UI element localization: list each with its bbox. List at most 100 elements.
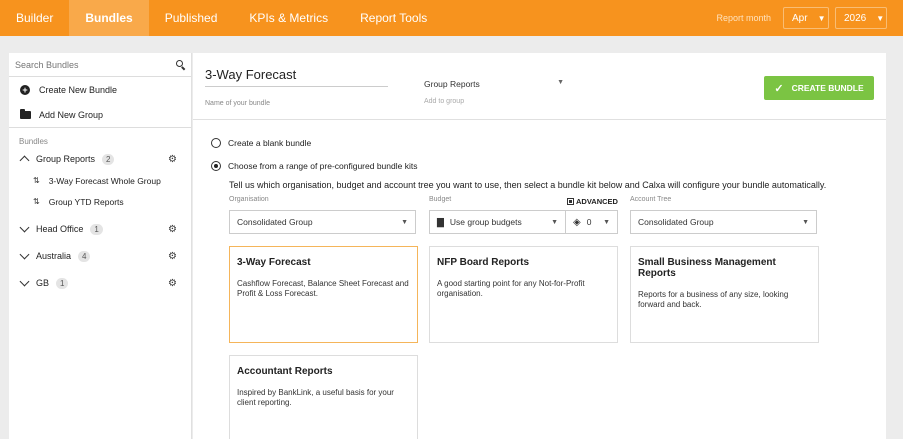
create-new-bundle-label: Create New Bundle [39,84,118,95]
group-name: Group Reports [36,154,96,164]
tab-report-tools[interactable]: Report Tools [344,0,443,36]
report-month-label: Report month [716,13,771,23]
account-tree-label: Account Tree [630,196,672,203]
bundle-header: Name of your bundle Group Reports ▼ Add … [193,53,886,120]
plus-circle-icon: + [20,84,30,95]
gear-icon[interactable]: ⚙ [168,224,177,235]
card-title: 3-Way Forecast [237,257,311,268]
gear-icon[interactable]: ⚙ [168,251,177,262]
organisation-value: Consolidated Group [237,217,313,227]
gear-icon[interactable]: ⚙ [168,154,177,165]
group-select-value: Group Reports [424,79,480,89]
bundles-section-title: Bundles [19,137,48,146]
budget-select[interactable]: ▇ Use group budgets ▼ [429,210,566,234]
group-select[interactable]: Group Reports ▼ [424,79,564,89]
bundle-kit-card-nfp-board-reports[interactable]: NFP Board Reports A good starting point … [429,246,618,343]
radio-button[interactable] [211,138,221,148]
bundle-kit-card-small-business[interactable]: Small Business Management Reports Report… [630,246,819,343]
card-title: Small Business Management Reports [638,257,776,279]
tab-kpis-metrics[interactable]: KPIs & Metrics [233,0,344,36]
chevron-down-icon[interactable] [19,249,30,260]
bundle-item-group-ytd-reports[interactable]: ⇅ Group YTD Reports [9,191,191,212]
gear-icon[interactable]: ⚙ [168,278,177,289]
check-icon: ✓ [774,82,784,95]
sort-icon[interactable]: ⇅ [33,176,40,185]
group-row-head-office[interactable]: Head Office 1 ⚙ [9,218,191,240]
chevron-down-icon[interactable] [19,222,30,233]
advanced-toggle[interactable]: ADVANCED [567,197,618,206]
budget-label: Budget [429,196,452,203]
search-icon[interactable] [176,60,185,69]
card-description: A good starting point for any Not-for-Pr… [437,279,585,298]
search-input[interactable] [15,59,165,70]
radio-bundle-kits[interactable]: Choose from a range of pre-configured bu… [211,161,417,171]
chevron-up-icon[interactable] [19,155,30,166]
group-row-gb[interactable]: GB 1 ⚙ [9,272,191,294]
bundle-name-hint: Name of your bundle [205,100,270,107]
bundle-name-input[interactable] [205,67,388,87]
month-select[interactable]: Apr ▼ [783,7,829,29]
count-badge: 1 [90,223,103,235]
create-new-bundle-button[interactable]: + Create New Bundle [9,77,191,102]
organisation-select[interactable]: Consolidated Group ▼ [229,210,416,234]
year-value: 2026 [844,12,867,24]
budget-value: Use group budgets [449,217,522,227]
year-select[interactable]: 2026 ▼ [835,7,887,29]
advanced-icon [567,198,574,205]
report-month-controls: Report month Apr ▼ 2026 ▼ [716,7,887,29]
chevron-down-icon: ▼ [551,218,558,226]
radio-blank-bundle[interactable]: Create a blank bundle [211,138,311,148]
card-description: Inspired by BankLink, a useful basis for… [237,388,394,407]
folder-icon: ▇ [437,216,444,227]
top-nav: Builder Bundles Published KPIs & Metrics… [0,0,903,36]
sidebar: + Create New Bundle Add New Group Bundle… [9,53,192,439]
group-name: Head Office [36,224,84,234]
folder-icon [19,108,31,119]
tab-builder[interactable]: Builder [0,0,69,36]
group-row-australia[interactable]: Australia 4 ⚙ [9,245,191,267]
bundle-item-label: Group YTD Reports [48,196,124,207]
instructions-text: Tell us which organisation, budget and a… [229,180,827,190]
layers-value: 0 [586,217,592,227]
card-description: Reports for a business of any size, look… [638,290,789,309]
bundle-item-3-way-forecast-whole-group[interactable]: ⇅ 3-Way Forecast Whole Group [9,170,191,191]
chevron-down-icon: ▼ [603,218,610,226]
layers-select[interactable]: ◈ 0 ▼ [565,210,618,234]
chevron-down-icon: ▼ [802,218,809,226]
count-badge: 1 [56,277,69,289]
search-bar [9,53,191,77]
bundle-kit-card-accountant-reports[interactable]: Accountant Reports Inspired by BankLink,… [229,355,418,439]
group-select-hint: Add to group [424,98,465,105]
layers-icon: ◈ [573,216,581,228]
month-value: Apr [792,12,808,24]
budget-select-content: ▇ Use group budgets [437,217,522,228]
organisation-label: Organisation [229,196,269,203]
radio-blank-label: Create a blank bundle [228,138,312,148]
tab-published[interactable]: Published [149,0,234,36]
chevron-down-icon[interactable] [19,276,30,287]
radio-button[interactable] [211,161,221,171]
account-tree-value: Consolidated Group [638,217,714,227]
create-bundle-button[interactable]: ✓ CREATE BUNDLE [764,76,874,100]
sort-icon[interactable]: ⇅ [33,197,40,206]
chevron-down-icon: ▼ [876,13,885,23]
card-title: NFP Board Reports [437,257,530,268]
chevron-down-icon: ▼ [557,79,564,86]
radio-kits-label: Choose from a range of pre-configured bu… [228,161,418,171]
card-description: Cashflow Forecast, Balance Sheet Forecas… [237,279,409,298]
group-row-group-reports[interactable]: Group Reports 2 ⚙ [9,148,191,170]
add-new-group-button[interactable]: Add New Group [9,102,191,127]
account-tree-select[interactable]: Consolidated Group ▼ [630,210,817,234]
tab-bundles[interactable]: Bundles [69,0,149,36]
group-name: GB [36,278,50,288]
create-bundle-label: CREATE BUNDLE [791,83,864,93]
count-badge: 4 [78,250,91,262]
bundle-item-label: 3-Way Forecast Whole Group [48,175,161,186]
group-name: Australia [36,251,72,261]
count-badge: 2 [102,153,115,165]
chevron-down-icon: ▼ [817,13,826,23]
card-title: Accountant Reports [237,366,333,377]
layers-select-content: ◈ 0 [573,217,591,228]
bundle-kit-card-3-way-forecast[interactable]: 3-Way Forecast Cashflow Forecast, Balanc… [229,246,418,343]
advanced-label: ADVANCED [576,197,618,206]
